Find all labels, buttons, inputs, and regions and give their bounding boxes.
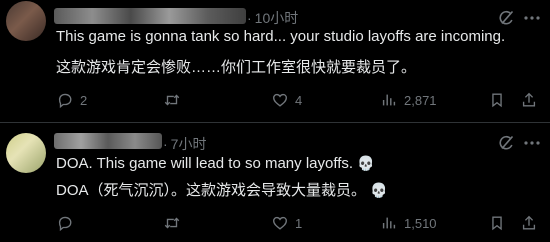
- views-button[interactable]: 2,871: [380, 91, 437, 109]
- like-count: 1: [295, 215, 303, 231]
- like-icon: [273, 216, 287, 230]
- post-translation: DOA（死气沉沉）。这款游戏会导致大量裁员。 💀: [56, 179, 387, 200]
- post-timestamp[interactable]: · 7小时: [163, 134, 206, 154]
- views-icon: [382, 94, 396, 106]
- views-icon: [382, 217, 396, 229]
- share-icon: [522, 92, 536, 107]
- repost-button[interactable]: [163, 214, 187, 232]
- avatar[interactable]: [6, 133, 46, 173]
- post[interactable]: · 7小时 DOA. This game will lead to so many…: [0, 123, 550, 242]
- retweet-icon: [164, 217, 180, 229]
- blurred-username: [54, 133, 162, 149]
- skull-emoji: 💀: [357, 155, 375, 171]
- bookmark-icon: [492, 216, 502, 231]
- action-bar: 2 4 2,871: [0, 91, 550, 111]
- post[interactable]: · 10小时 This game is gonna tank so hard...…: [0, 0, 550, 122]
- views-button[interactable]: 1,510: [380, 214, 437, 232]
- more-icon[interactable]: [522, 8, 542, 28]
- skull-emoji: 💀: [370, 182, 388, 198]
- share-button[interactable]: [520, 91, 538, 109]
- like-icon: [273, 93, 287, 107]
- views-count: 1,510: [404, 215, 437, 231]
- share-button[interactable]: [520, 214, 538, 232]
- avatar[interactable]: [6, 1, 46, 41]
- reply-count: 2: [80, 92, 88, 108]
- like-button[interactable]: 4: [271, 91, 302, 109]
- reply-icon: [58, 216, 72, 232]
- bookmark-button[interactable]: [488, 91, 506, 109]
- like-button[interactable]: 1: [271, 214, 302, 232]
- timestamp-text: 7小时: [170, 136, 207, 152]
- like-count: 4: [295, 92, 303, 108]
- grok-icon[interactable]: [496, 8, 516, 28]
- post-translation: 这款游戏肯定会惨败……你们工作室很快就要裁员了。: [56, 59, 417, 76]
- bookmark-button[interactable]: [488, 214, 506, 232]
- views-count: 2,871: [404, 92, 437, 108]
- blurred-username: [54, 8, 246, 24]
- timestamp-text: 10小时: [254, 10, 299, 26]
- reply-button[interactable]: [56, 214, 80, 232]
- repost-button[interactable]: [163, 91, 187, 109]
- post-translation-content: DOA（死气沉沉）。这款游戏会导致大量裁员。: [56, 182, 367, 199]
- post-timestamp[interactable]: · 10小时: [247, 8, 298, 28]
- bookmark-icon: [492, 93, 502, 108]
- reply-button[interactable]: 2: [56, 91, 87, 109]
- reply-icon: [58, 93, 72, 109]
- post-text: This game is gonna tank so hard... your …: [56, 28, 506, 45]
- post-text-content: DOA. This game will lead to so many layo…: [56, 155, 354, 172]
- post-text: DOA. This game will lead to so many layo…: [56, 155, 375, 172]
- more-icon[interactable]: [522, 133, 542, 153]
- action-bar: 1 1,510: [0, 214, 550, 234]
- retweet-icon: [164, 94, 180, 106]
- share-icon: [522, 215, 536, 230]
- grok-icon[interactable]: [496, 133, 516, 153]
